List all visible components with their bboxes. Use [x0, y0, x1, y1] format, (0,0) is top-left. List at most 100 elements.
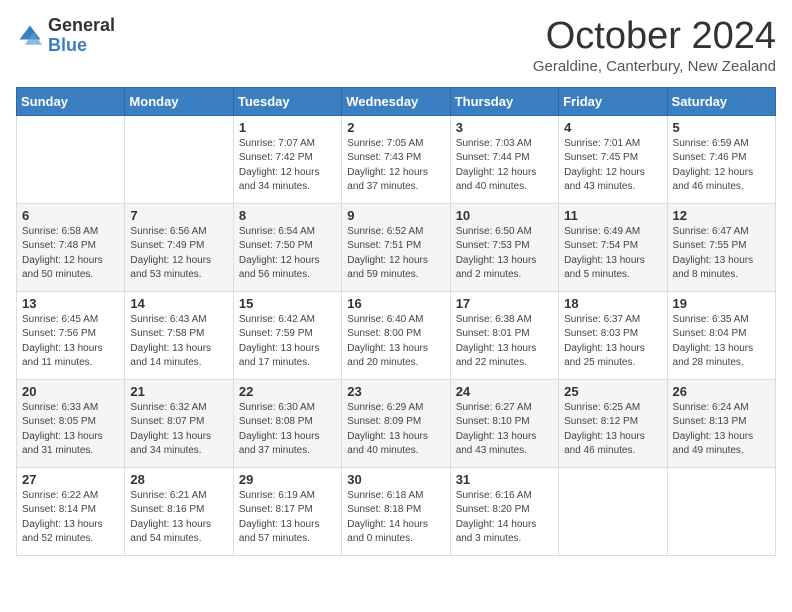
calendar-cell: 5 Sunrise: 6:59 AM Sunset: 7:46 PM Daylig… — [667, 115, 775, 203]
day-info: Sunrise: 6:16 AM Sunset: 8:20 PM Dayligh… — [456, 489, 553, 547]
calendar-week-row: 27Sunrise: 6:22 AM Sunset: 8:14 PM Dayli… — [17, 467, 776, 555]
calendar-cell — [559, 467, 667, 555]
day-info: Sunrise: 6:27 AM Sunset: 8:10 PM Dayligh… — [456, 401, 553, 459]
day-number: 28 — [130, 472, 227, 487]
calendar-cell: 31 Sunrise: 6:16 AM Sunset: 8:20 PM Dayli… — [450, 467, 558, 555]
day-number: 30 — [347, 472, 444, 487]
day-number: 19 — [673, 296, 770, 311]
day-info: Sunrise: 6:45 AM Sunset: 7:56 PM Dayligh… — [22, 313, 119, 371]
calendar-cell: 22Sunrise: 6:30 AM Sunset: 8:08 PM Dayli… — [233, 379, 341, 467]
title-block: October 2024 Geraldine, Canterbury, New … — [533, 16, 776, 75]
day-number: 17 — [456, 296, 553, 311]
day-number: 23 — [347, 384, 444, 399]
day-number: 25 — [564, 384, 661, 399]
day-number: 11 — [564, 208, 661, 223]
day-info: Sunrise: 6:59 AM Sunset: 7:46 PM Dayligh… — [673, 137, 770, 195]
day-info: Sunrise: 6:54 AM Sunset: 7:50 PM Dayligh… — [239, 225, 336, 283]
day-number: 31 — [456, 472, 553, 487]
calendar-cell: 19Sunrise: 6:35 AM Sunset: 8:04 PM Dayli… — [667, 291, 775, 379]
calendar-cell: 17 Sunrise: 6:38 AM Sunset: 8:01 PM Dayli… — [450, 291, 558, 379]
calendar-body: 1 Sunrise: 7:07 AM Sunset: 7:42 PM Daylig… — [17, 115, 776, 555]
calendar-cell: 2 Sunrise: 7:05 AM Sunset: 7:43 PM Daylig… — [342, 115, 450, 203]
day-info: Sunrise: 6:21 AM Sunset: 8:16 PM Dayligh… — [130, 489, 227, 547]
day-info: Sunrise: 6:24 AM Sunset: 8:13 PM Dayligh… — [673, 401, 770, 459]
calendar-cell: 24 Sunrise: 6:27 AM Sunset: 8:10 PM Dayli… — [450, 379, 558, 467]
calendar-cell — [667, 467, 775, 555]
logo-general: General — [48, 16, 115, 36]
day-info: Sunrise: 6:49 AM Sunset: 7:54 PM Dayligh… — [564, 225, 661, 283]
calendar-cell: 29Sunrise: 6:19 AM Sunset: 8:17 PM Dayli… — [233, 467, 341, 555]
calendar-week-row: 20 Sunrise: 6:33 AM Sunset: 8:05 PM Dayli… — [17, 379, 776, 467]
calendar-cell: 30 Sunrise: 6:18 AM Sunset: 8:18 PM Dayli… — [342, 467, 450, 555]
weekday-header-friday: Friday — [559, 87, 667, 115]
day-info: Sunrise: 6:30 AM Sunset: 8:08 PM Dayligh… — [239, 401, 336, 459]
day-number: 5 — [673, 120, 770, 135]
weekday-header-row: SundayMondayTuesdayWednesdayThursdayFrid… — [17, 87, 776, 115]
calendar-cell: 10 Sunrise: 6:50 AM Sunset: 7:53 PM Dayli… — [450, 203, 558, 291]
day-number: 14 — [130, 296, 227, 311]
day-number: 27 — [22, 472, 119, 487]
day-info: Sunrise: 6:25 AM Sunset: 8:12 PM Dayligh… — [564, 401, 661, 459]
day-number: 24 — [456, 384, 553, 399]
day-number: 26 — [673, 384, 770, 399]
day-info: Sunrise: 7:03 AM Sunset: 7:44 PM Dayligh… — [456, 137, 553, 195]
day-number: 1 — [239, 120, 336, 135]
location-subtitle: Geraldine, Canterbury, New Zealand — [533, 58, 776, 75]
day-info: Sunrise: 6:18 AM Sunset: 8:18 PM Dayligh… — [347, 489, 444, 547]
day-info: Sunrise: 6:43 AM Sunset: 7:58 PM Dayligh… — [130, 313, 227, 371]
day-info: Sunrise: 7:05 AM Sunset: 7:43 PM Dayligh… — [347, 137, 444, 195]
day-info: Sunrise: 6:40 AM Sunset: 8:00 PM Dayligh… — [347, 313, 444, 371]
calendar-cell: 3 Sunrise: 7:03 AM Sunset: 7:44 PM Daylig… — [450, 115, 558, 203]
page-header: General Blue October 2024 Geraldine, Can… — [16, 16, 776, 75]
calendar-header: SundayMondayTuesdayWednesdayThursdayFrid… — [17, 87, 776, 115]
calendar-cell: 21 Sunrise: 6:32 AM Sunset: 8:07 PM Dayli… — [125, 379, 233, 467]
calendar-cell — [125, 115, 233, 203]
day-info: Sunrise: 6:50 AM Sunset: 7:53 PM Dayligh… — [456, 225, 553, 283]
day-info: Sunrise: 7:07 AM Sunset: 7:42 PM Dayligh… — [239, 137, 336, 195]
calendar-cell: 11 Sunrise: 6:49 AM Sunset: 7:54 PM Dayli… — [559, 203, 667, 291]
day-number: 3 — [456, 120, 553, 135]
calendar-cell: 26 Sunrise: 6:24 AM Sunset: 8:13 PM Dayli… — [667, 379, 775, 467]
day-number: 12 — [673, 208, 770, 223]
day-number: 9 — [347, 208, 444, 223]
calendar-cell: 1 Sunrise: 7:07 AM Sunset: 7:42 PM Daylig… — [233, 115, 341, 203]
month-title: October 2024 — [533, 16, 776, 58]
calendar-cell: 27Sunrise: 6:22 AM Sunset: 8:14 PM Dayli… — [17, 467, 125, 555]
calendar-cell: 8 Sunrise: 6:54 AM Sunset: 7:50 PM Daylig… — [233, 203, 341, 291]
calendar-cell: 13Sunrise: 6:45 AM Sunset: 7:56 PM Dayli… — [17, 291, 125, 379]
calendar-cell: 15Sunrise: 6:42 AM Sunset: 7:59 PM Dayli… — [233, 291, 341, 379]
weekday-header-thursday: Thursday — [450, 87, 558, 115]
calendar-week-row: 6Sunrise: 6:58 AM Sunset: 7:48 PM Daylig… — [17, 203, 776, 291]
day-info: Sunrise: 6:47 AM Sunset: 7:55 PM Dayligh… — [673, 225, 770, 283]
calendar-cell: 16 Sunrise: 6:40 AM Sunset: 8:00 PM Dayli… — [342, 291, 450, 379]
calendar-table: SundayMondayTuesdayWednesdayThursdayFrid… — [16, 87, 776, 556]
calendar-cell: 9Sunrise: 6:52 AM Sunset: 7:51 PM Daylig… — [342, 203, 450, 291]
calendar-cell: 25 Sunrise: 6:25 AM Sunset: 8:12 PM Dayli… — [559, 379, 667, 467]
day-number: 21 — [130, 384, 227, 399]
logo-text: General Blue — [48, 16, 115, 56]
calendar-cell: 20 Sunrise: 6:33 AM Sunset: 8:05 PM Dayli… — [17, 379, 125, 467]
day-number: 29 — [239, 472, 336, 487]
day-info: Sunrise: 6:56 AM Sunset: 7:49 PM Dayligh… — [130, 225, 227, 283]
day-info: Sunrise: 6:29 AM Sunset: 8:09 PM Dayligh… — [347, 401, 444, 459]
calendar-week-row: 13Sunrise: 6:45 AM Sunset: 7:56 PM Dayli… — [17, 291, 776, 379]
day-number: 10 — [456, 208, 553, 223]
day-number: 18 — [564, 296, 661, 311]
logo-blue: Blue — [48, 36, 115, 56]
day-number: 2 — [347, 120, 444, 135]
day-number: 16 — [347, 296, 444, 311]
day-info: Sunrise: 6:32 AM Sunset: 8:07 PM Dayligh… — [130, 401, 227, 459]
calendar-cell — [17, 115, 125, 203]
day-info: Sunrise: 6:37 AM Sunset: 8:03 PM Dayligh… — [564, 313, 661, 371]
logo-icon — [16, 22, 44, 50]
calendar-cell: 23 Sunrise: 6:29 AM Sunset: 8:09 PM Dayli… — [342, 379, 450, 467]
day-info: Sunrise: 6:38 AM Sunset: 8:01 PM Dayligh… — [456, 313, 553, 371]
day-number: 20 — [22, 384, 119, 399]
weekday-header-tuesday: Tuesday — [233, 87, 341, 115]
day-number: 8 — [239, 208, 336, 223]
calendar-cell: 14 Sunrise: 6:43 AM Sunset: 7:58 PM Dayli… — [125, 291, 233, 379]
calendar-cell: 6Sunrise: 6:58 AM Sunset: 7:48 PM Daylig… — [17, 203, 125, 291]
day-info: Sunrise: 7:01 AM Sunset: 7:45 PM Dayligh… — [564, 137, 661, 195]
day-info: Sunrise: 6:33 AM Sunset: 8:05 PM Dayligh… — [22, 401, 119, 459]
day-number: 15 — [239, 296, 336, 311]
